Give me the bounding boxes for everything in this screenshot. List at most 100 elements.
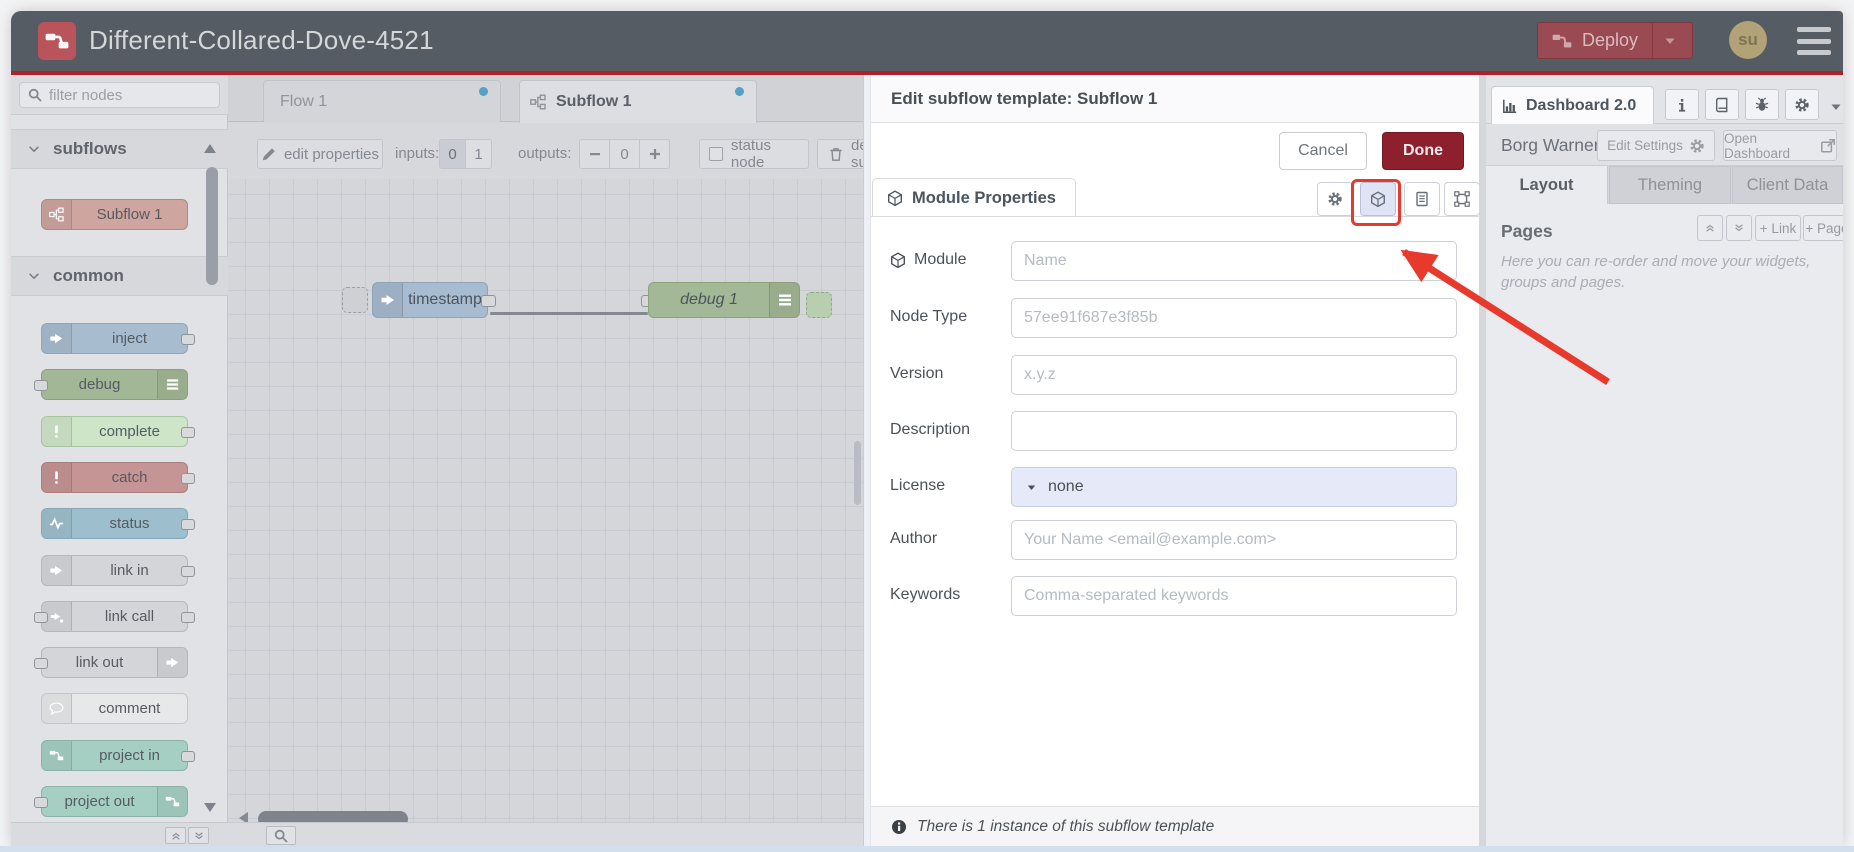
edit-properties-button[interactable]: edit properties	[257, 139, 383, 169]
vertical-scrollbar[interactable]	[854, 441, 861, 505]
tab-dashboard-2[interactable]: Dashboard 2.0	[1491, 86, 1654, 124]
inject-icon	[373, 283, 403, 317]
palette-node-status[interactable]: status	[41, 508, 195, 539]
main-menu-button[interactable]	[1797, 27, 1831, 55]
inputs-0-button[interactable]: 0	[439, 139, 466, 169]
open-dashboard-button[interactable]: Open Dashboard	[1723, 130, 1837, 161]
search-flows-button[interactable]	[266, 826, 296, 845]
delete-subflow-button[interactable]: delete subflow	[817, 139, 863, 169]
debug-tab-button[interactable]	[1745, 89, 1779, 120]
search-icon	[27, 87, 43, 103]
outputs-plus-button[interactable]	[639, 139, 670, 169]
palette-category-common[interactable]: common	[11, 256, 228, 296]
palette-scroll-up-icon[interactable]	[202, 141, 218, 157]
inputs-label: inputs:	[395, 145, 440, 162]
version-input[interactable]	[1011, 355, 1457, 395]
tab-subflow-1[interactable]: Subflow 1	[519, 80, 757, 123]
palette-filter-row: filter nodes	[11, 75, 228, 115]
palette-node-debug[interactable]: debug	[34, 369, 188, 400]
sidebar-separator[interactable]	[1479, 75, 1486, 846]
output-port	[181, 519, 195, 530]
dialog-footer: There is 1 instance of this subflow temp…	[871, 806, 1480, 846]
palette-node-link-out[interactable]: link out	[34, 647, 188, 678]
edit-settings-button[interactable]: Edit Settings	[1597, 130, 1715, 161]
pages-help-text: Here you can re-order and move your widg…	[1501, 253, 1811, 291]
outputs-minus-button[interactable]	[579, 139, 610, 169]
palette-node-complete[interactable]: complete	[41, 416, 195, 447]
keywords-input[interactable]	[1011, 576, 1457, 616]
cancel-button[interactable]: Cancel	[1279, 132, 1367, 170]
expand-pages-button[interactable]	[1726, 215, 1752, 241]
tray-resize-handle[interactable]	[864, 75, 871, 846]
inputs-1-button[interactable]: 1	[465, 139, 492, 169]
form-row-node-type: Node Type	[888, 298, 1458, 338]
sidebar-options-caret[interactable]	[1828, 99, 1843, 115]
filter-nodes-input[interactable]: filter nodes	[19, 82, 220, 108]
properties-tab-button[interactable]	[1317, 182, 1353, 216]
deploy-options-caret[interactable]	[1653, 33, 1687, 49]
collapse-pages-button[interactable]	[1697, 215, 1723, 241]
help-tab-button[interactable]	[1705, 89, 1739, 120]
gear-icon	[1794, 97, 1810, 113]
palette-node-subflow-1[interactable]: Subflow 1	[41, 199, 188, 230]
node-timestamp[interactable]: timestamp	[372, 282, 488, 318]
bar-chart-icon	[1502, 98, 1518, 114]
subtab-layout[interactable]: Layout	[1486, 166, 1608, 204]
palette-footer	[11, 822, 228, 846]
external-link-icon	[1820, 138, 1836, 154]
user-avatar[interactable]: su	[1729, 21, 1767, 59]
palette-node-inject[interactable]: inject	[41, 323, 195, 354]
workspace-tabs: Flow 1 Subflow 1	[228, 75, 863, 123]
subtab-theming[interactable]: Theming	[1609, 166, 1731, 204]
palette-node-project-in[interactable]: project in	[41, 740, 195, 771]
palette-scroll-down-icon[interactable]	[202, 799, 218, 815]
dialog-title-bar: Edit subflow template: Subflow 1	[871, 75, 1480, 123]
project-icon	[42, 741, 72, 770]
output-port[interactable]	[481, 295, 496, 307]
description-tab-button[interactable]	[1404, 182, 1440, 216]
deploy-button[interactable]: Deploy	[1537, 22, 1693, 59]
palette-node-project-out[interactable]: project out	[34, 786, 188, 817]
add-page-button[interactable]: + Page	[1803, 215, 1843, 241]
expand-all-button[interactable]	[188, 827, 209, 844]
flow-grid[interactable]: timestamp debug 1	[228, 179, 863, 822]
module-input[interactable]	[1011, 241, 1457, 281]
subflow-output-stub[interactable]	[806, 292, 832, 318]
output-port	[181, 473, 195, 484]
add-link-button[interactable]: + Link	[1755, 215, 1801, 241]
dialog-title: Edit subflow template: Subflow 1	[891, 88, 1158, 108]
input-port	[34, 612, 48, 623]
collapse-all-button[interactable]	[165, 827, 186, 844]
author-input[interactable]	[1011, 520, 1457, 560]
subtab-client-data[interactable]: Client Data	[1732, 166, 1843, 204]
palette-category-subflows[interactable]: subflows	[11, 129, 228, 169]
license-select[interactable]: none	[1011, 467, 1457, 507]
debug-icon	[769, 283, 799, 317]
workspace-canvas: Flow 1 Subflow 1 edit properties inputs:…	[228, 75, 863, 846]
palette-node-link-call[interactable]: link call	[34, 601, 195, 632]
done-button[interactable]: Done	[1382, 132, 1464, 170]
tab-flow-1[interactable]: Flow 1	[263, 80, 501, 122]
appearance-tab-button[interactable]	[1444, 182, 1480, 216]
palette-node-comment[interactable]: comment	[41, 693, 188, 724]
info-icon	[1674, 97, 1690, 113]
debug-icon	[157, 370, 187, 399]
palette-node-link-in[interactable]: link in	[41, 555, 195, 586]
node-debug-1[interactable]: debug 1	[648, 282, 800, 318]
input-port	[34, 658, 48, 669]
palette-node-catch[interactable]: catch	[41, 462, 195, 493]
info-tab-button[interactable]	[1665, 89, 1699, 120]
subflow-input-stub[interactable]	[342, 287, 368, 313]
form-row-module: Module	[888, 241, 1458, 281]
annotation-highlight-box	[1351, 179, 1401, 226]
wire[interactable]	[490, 312, 648, 315]
tab-module-properties[interactable]: Module Properties	[872, 178, 1076, 217]
config-tab-button[interactable]	[1785, 89, 1819, 120]
node-red-logo-icon	[38, 22, 76, 60]
output-port	[181, 334, 195, 345]
node-type-input[interactable]	[1011, 298, 1457, 338]
status-node-toggle[interactable]: status node	[699, 137, 809, 171]
palette-scrollbar[interactable]	[206, 167, 218, 285]
input-port	[34, 380, 48, 391]
description-input[interactable]	[1011, 411, 1457, 451]
